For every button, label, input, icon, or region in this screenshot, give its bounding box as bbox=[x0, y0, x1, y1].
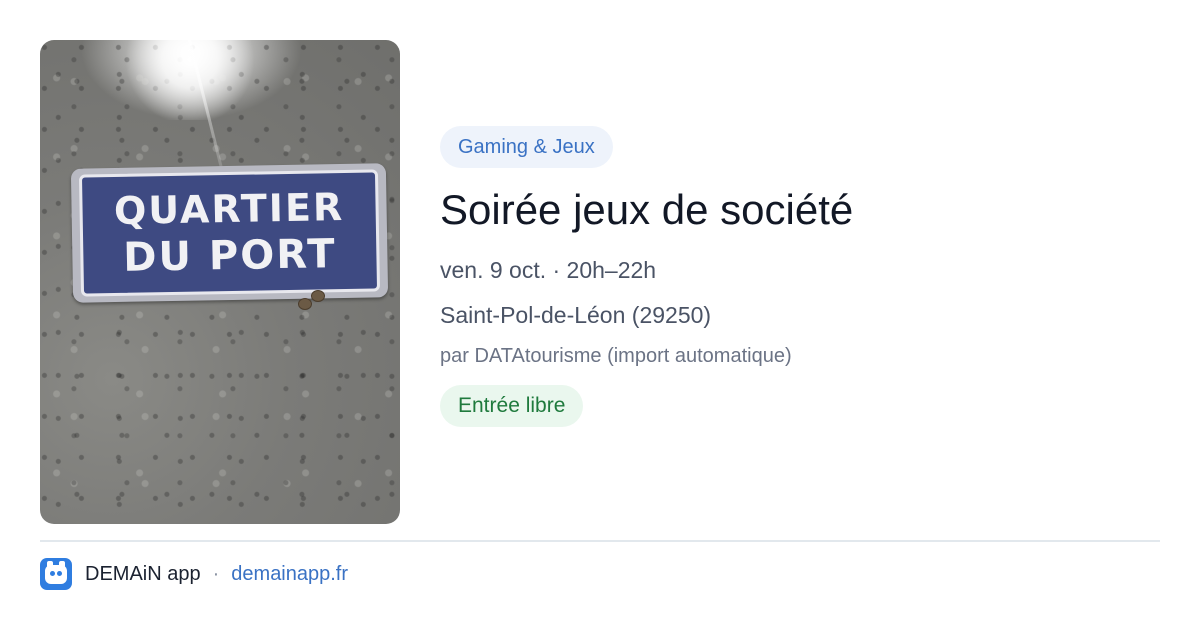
logo-eye-left bbox=[50, 571, 55, 576]
event-share-card: QUARTIER DU PORT Gaming & Jeux Soirée je… bbox=[0, 0, 1200, 630]
logo-face bbox=[45, 565, 67, 584]
logo-eye-right bbox=[57, 571, 62, 576]
footer-separator: · bbox=[212, 562, 220, 585]
street-sign-line1: QUARTIER bbox=[113, 184, 345, 234]
footer: DEMAiN app · demainapp.fr bbox=[40, 558, 348, 590]
category-chip[interactable]: Gaming & Jeux bbox=[440, 126, 613, 168]
event-title: Soirée jeux de société bbox=[440, 186, 854, 233]
event-datetime: ven. 9 oct. · 20h–22h bbox=[440, 257, 657, 283]
street-sign: QUARTIER DU PORT bbox=[70, 163, 389, 303]
event-photo: QUARTIER DU PORT bbox=[40, 40, 400, 524]
price-badge: Entrée libre bbox=[440, 385, 584, 427]
event-organizer: par DATAtourisme (import automatique) bbox=[440, 345, 792, 367]
app-name: DEMAiN app bbox=[85, 562, 201, 585]
event-location: Saint-Pol-de-Léon (29250) bbox=[440, 302, 712, 328]
snail-shell bbox=[298, 298, 312, 310]
street-sign-line2: DU PORT bbox=[122, 231, 337, 281]
event-details: Gaming & Jeux Soirée jeux de société ven… bbox=[440, 126, 1160, 427]
demain-app-logo-icon bbox=[40, 558, 72, 590]
site-link[interactable]: demainapp.fr bbox=[231, 563, 348, 586]
snail-shell bbox=[311, 290, 325, 302]
footer-divider bbox=[40, 540, 1160, 542]
street-sign-plate: QUARTIER DU PORT bbox=[78, 169, 381, 297]
